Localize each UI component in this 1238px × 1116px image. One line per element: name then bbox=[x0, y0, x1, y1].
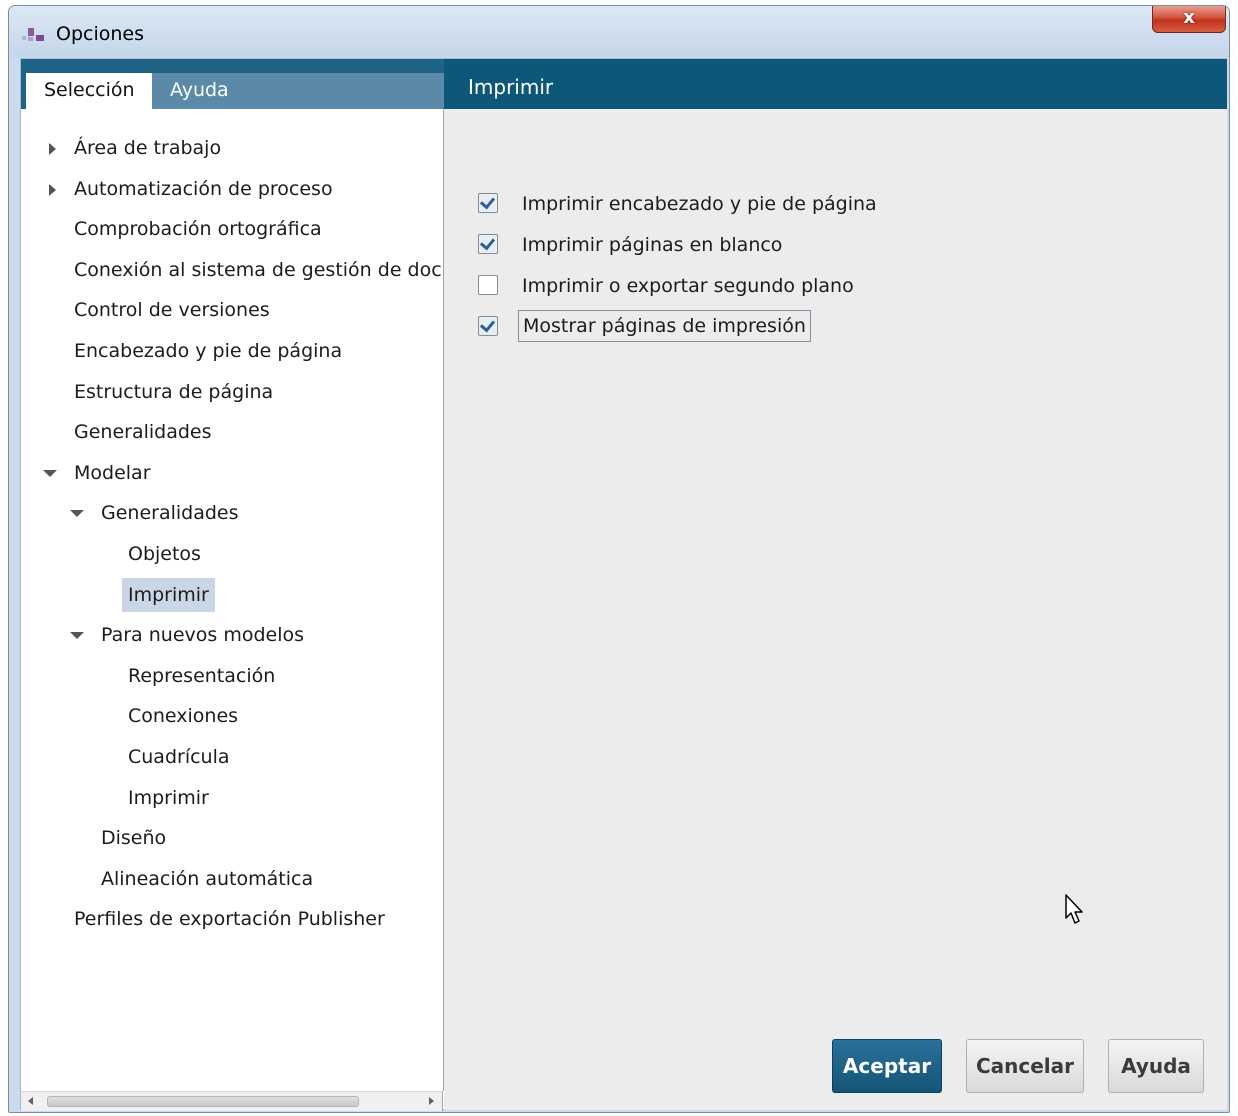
tree-item[interactable]: Generalidades bbox=[39, 415, 218, 449]
tree-item-label[interactable]: Control de versiones bbox=[68, 293, 276, 327]
tree-item[interactable]: Cuadrícula bbox=[93, 740, 236, 774]
scroll-right-icon[interactable] bbox=[429, 1097, 434, 1105]
tree-item[interactable]: Automatización de proceso bbox=[39, 172, 339, 206]
tree-item[interactable]: Comprobación ortográfica bbox=[39, 212, 328, 246]
tree-item-label[interactable]: Diseño bbox=[95, 821, 172, 855]
tree-item[interactable]: Área de trabajo bbox=[39, 131, 227, 165]
tree-item[interactable]: Alineación automática bbox=[66, 862, 319, 896]
mouse-cursor-icon bbox=[1065, 894, 1083, 924]
tree-item[interactable]: Conexiones bbox=[93, 699, 244, 733]
content-title: Imprimir bbox=[444, 59, 1227, 109]
tree-item-label[interactable]: Estructura de página bbox=[68, 375, 279, 409]
option-label[interactable]: Imprimir o exportar segundo plano bbox=[518, 271, 858, 301]
tree-item[interactable]: Representación bbox=[93, 659, 281, 693]
checkbox[interactable] bbox=[478, 234, 498, 254]
checkbox[interactable] bbox=[478, 275, 498, 295]
content-panel: Imprimir encabezado y pie de página Impr… bbox=[444, 109, 1227, 1110]
close-icon: x bbox=[1183, 7, 1195, 28]
checkbox[interactable] bbox=[478, 193, 498, 213]
options-tree: Área de trabajo Automatización de proceso… bbox=[21, 109, 444, 1091]
scroll-left-icon[interactable] bbox=[28, 1097, 33, 1105]
tree-item-label[interactable]: Área de trabajo bbox=[68, 131, 227, 165]
scroll-thumb[interactable] bbox=[47, 1096, 359, 1107]
tree-item-label[interactable]: Automatización de proceso bbox=[68, 172, 339, 206]
tree-item-label[interactable]: Encabezado y pie de página bbox=[68, 334, 348, 368]
expand-arrow-icon[interactable] bbox=[49, 143, 56, 155]
collapse-arrow-icon[interactable] bbox=[70, 632, 84, 639]
cancel-button[interactable]: Cancelar bbox=[966, 1039, 1084, 1093]
window-title: Opciones bbox=[56, 23, 144, 45]
tree-item-label[interactable]: Cuadrícula bbox=[122, 740, 236, 774]
expand-arrow-icon[interactable] bbox=[49, 184, 56, 196]
help-button[interactable]: Ayuda bbox=[1108, 1039, 1204, 1093]
checkmark-icon bbox=[479, 234, 496, 251]
close-button[interactable]: x bbox=[1152, 6, 1226, 33]
tree-item-label[interactable]: Representación bbox=[122, 659, 281, 693]
option-label[interactable]: Imprimir páginas en blanco bbox=[518, 230, 786, 260]
tree-item-label[interactable]: Para nuevos modelos bbox=[95, 618, 310, 652]
app-icon bbox=[22, 28, 46, 42]
tree-item[interactable]: Conexión al sistema de gestión de docum bbox=[39, 253, 443, 287]
tree-item[interactable]: Generalidades bbox=[66, 496, 245, 530]
tree-item[interactable]: Control de versiones bbox=[39, 293, 276, 327]
tree-item[interactable]: Imprimir bbox=[93, 781, 215, 815]
tree-item-label[interactable]: Alineación automática bbox=[95, 862, 319, 896]
tab-ayuda[interactable]: Ayuda bbox=[152, 73, 444, 109]
title-bar[interactable]: Opciones x bbox=[9, 6, 1229, 57]
tree-item-label[interactable]: Conexión al sistema de gestión de docum bbox=[68, 253, 443, 287]
tree-item-label[interactable]: Perfiles de exportación Publisher bbox=[68, 902, 391, 936]
tree-item[interactable]: Diseño bbox=[66, 821, 172, 855]
tree-item-label[interactable]: Comprobación ortográfica bbox=[68, 212, 328, 246]
tree-item[interactable]: Estructura de página bbox=[39, 375, 279, 409]
tree-item-label[interactable]: Modelar bbox=[68, 456, 157, 490]
options-dialog: Opciones x Selección Ayuda Área de traba… bbox=[8, 5, 1230, 1113]
tree-item-label[interactable]: Imprimir bbox=[122, 781, 215, 815]
tree-item[interactable]: Encabezado y pie de página bbox=[39, 334, 348, 368]
ok-button[interactable]: Aceptar bbox=[832, 1039, 942, 1093]
tree-item[interactable]: Para nuevos modelos bbox=[66, 618, 310, 652]
tree-item[interactable]: Imprimir bbox=[93, 578, 215, 612]
collapse-arrow-icon[interactable] bbox=[43, 470, 57, 477]
tree-item[interactable]: Modelar bbox=[39, 456, 157, 490]
tree-item-label[interactable]: Conexiones bbox=[122, 699, 244, 733]
tree-item-label[interactable]: Imprimir bbox=[122, 578, 215, 612]
option-label[interactable]: Imprimir encabezado y pie de página bbox=[518, 189, 881, 219]
tree-item[interactable]: Objetos bbox=[93, 537, 207, 571]
collapse-arrow-icon[interactable] bbox=[70, 510, 84, 517]
horizontal-scrollbar[interactable] bbox=[21, 1091, 443, 1111]
checkmark-icon bbox=[479, 316, 496, 333]
tab-bar: Selección Ayuda bbox=[21, 59, 444, 109]
tree-item[interactable]: Perfiles de exportación Publisher bbox=[39, 902, 391, 936]
tab-seleccion[interactable]: Selección bbox=[26, 73, 153, 109]
checkbox[interactable] bbox=[478, 316, 498, 336]
tree-item-label[interactable]: Generalidades bbox=[68, 415, 218, 449]
option-label[interactable]: Mostrar páginas de impresión bbox=[518, 310, 811, 342]
dialog-body: Selección Ayuda Área de trabajo Automatiz… bbox=[20, 58, 1227, 1111]
checkmark-icon bbox=[479, 193, 496, 210]
tree-item-label[interactable]: Generalidades bbox=[95, 496, 245, 530]
tree-item-label[interactable]: Objetos bbox=[122, 537, 207, 571]
